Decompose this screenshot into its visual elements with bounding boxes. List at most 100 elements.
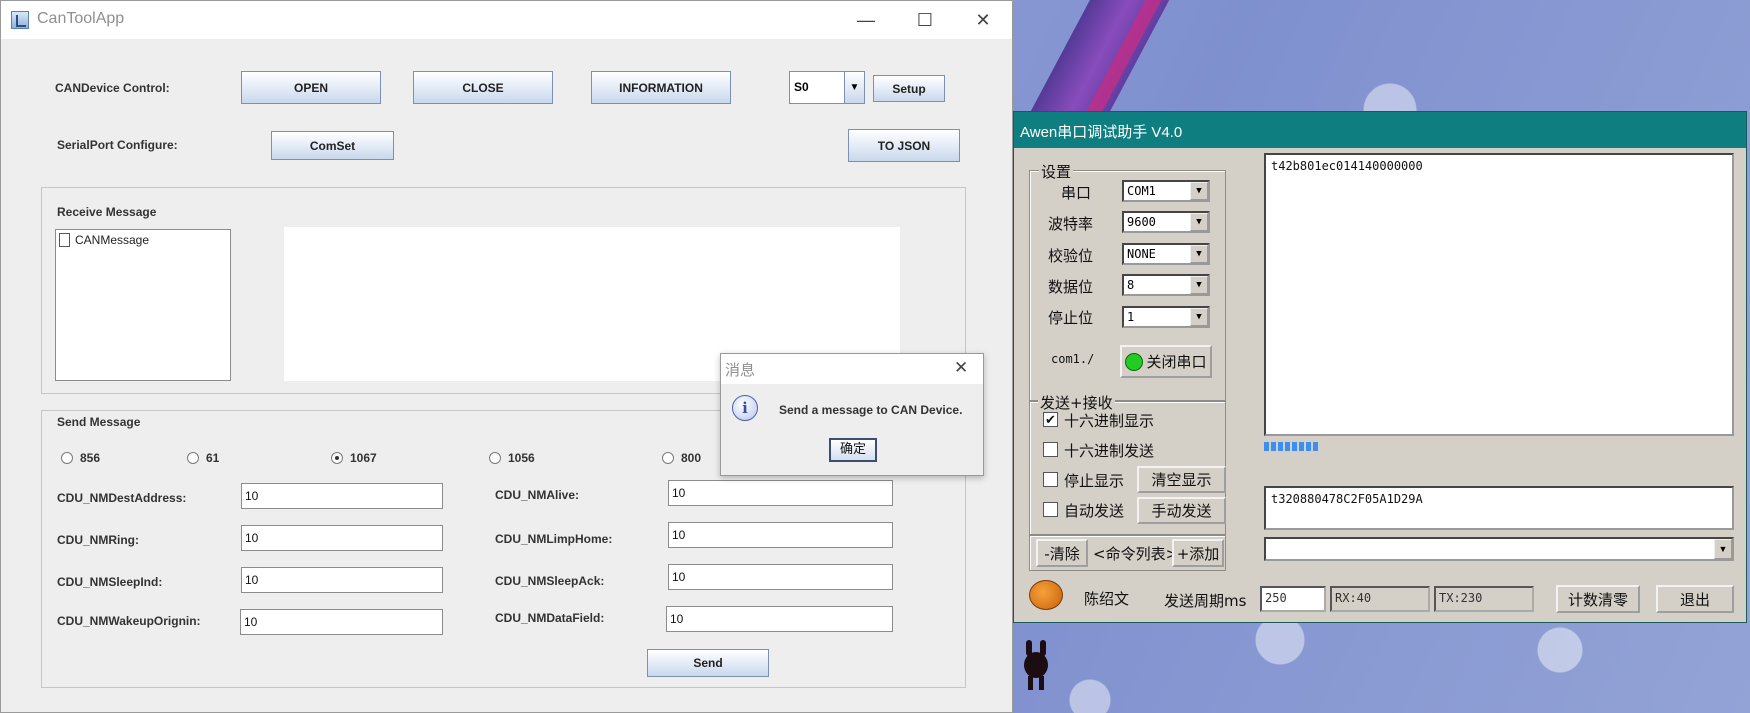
chevron-down-icon[interactable]: ▼ bbox=[1714, 539, 1732, 559]
progress-fill bbox=[1264, 442, 1321, 451]
nmdatafield-input[interactable]: 10 bbox=[666, 606, 893, 632]
baud-label: 波特率 bbox=[1048, 215, 1094, 233]
field-label-nmwakeuporignin: CDU_NMWakeupOrignin: bbox=[57, 614, 201, 628]
send-area[interactable]: t320880478C2F05A1D29A bbox=[1264, 486, 1734, 530]
field-label-nmdatafield: CDU_NMDataField: bbox=[495, 611, 605, 625]
hex-send-checkbox[interactable] bbox=[1043, 442, 1058, 457]
info-icon: i bbox=[732, 395, 758, 421]
stop-display-checkbox[interactable] bbox=[1043, 472, 1058, 487]
nmsleepind-input[interactable]: 10 bbox=[241, 567, 443, 593]
nmring-input[interactable]: 10 bbox=[241, 525, 443, 551]
command-history-select[interactable]: ▼ bbox=[1264, 537, 1734, 561]
close-icon[interactable]: ✕ bbox=[963, 7, 1003, 33]
parity-value: NONE bbox=[1127, 247, 1156, 261]
radio-800[interactable]: 800 bbox=[662, 451, 701, 465]
tree-item-label: CANMessage bbox=[75, 233, 150, 247]
open-button[interactable]: OPEN bbox=[241, 71, 381, 104]
command-add-button[interactable]: +添加 bbox=[1172, 539, 1224, 567]
information-button[interactable]: INFORMATION bbox=[591, 71, 731, 104]
dialog-close-icon[interactable]: ✕ bbox=[954, 358, 968, 378]
databits-select[interactable]: 8 ▼ bbox=[1122, 274, 1210, 296]
maximize-icon[interactable]: ☐ bbox=[905, 7, 945, 33]
chevron-down-icon[interactable]: ▼ bbox=[1190, 245, 1208, 263]
message-tree[interactable]: CANMessage bbox=[55, 229, 231, 381]
command-clear-button[interactable]: -清除 bbox=[1036, 539, 1088, 567]
hex-send-label: 十六进制发送 bbox=[1064, 442, 1155, 460]
radio-1056[interactable]: 1056 bbox=[489, 451, 535, 465]
nmwakeuporignin-input[interactable]: 10 bbox=[240, 609, 443, 635]
port-label: 串口 bbox=[1061, 184, 1092, 202]
clear-display-button[interactable]: 清空显示 bbox=[1137, 466, 1226, 493]
chevron-down-icon[interactable]: ▼ bbox=[1190, 213, 1208, 231]
chevron-down-icon[interactable]: ▼ bbox=[1190, 182, 1208, 200]
close-port-button[interactable]: 关闭串口 bbox=[1120, 345, 1212, 378]
baud-value: 9600 bbox=[1127, 215, 1156, 229]
port-value: COM1 bbox=[1127, 184, 1156, 198]
radio-1067[interactable]: 1067 bbox=[331, 451, 377, 465]
manual-send-button[interactable]: 手动发送 bbox=[1137, 497, 1226, 524]
to-json-button[interactable]: TO JSON bbox=[848, 129, 960, 162]
dialog-title: 消息 bbox=[725, 361, 756, 379]
minimize-icon[interactable]: — bbox=[846, 7, 886, 33]
device-select[interactable]: S0 ▼ bbox=[789, 71, 865, 104]
dialog-message: Send a message to CAN Device. bbox=[779, 403, 963, 417]
tx-count: TX:230 bbox=[1434, 586, 1534, 612]
chevron-down-icon[interactable]: ▼ bbox=[1190, 276, 1208, 294]
receive-message-label: Receive Message bbox=[57, 205, 157, 219]
radio-label: 856 bbox=[80, 451, 101, 465]
radio-856[interactable]: 856 bbox=[61, 451, 100, 465]
status-led-icon bbox=[1125, 352, 1144, 371]
radio-61[interactable]: 61 bbox=[187, 451, 219, 465]
comset-button[interactable]: ComSet bbox=[271, 131, 394, 160]
baud-select[interactable]: 9600 ▼ bbox=[1122, 211, 1210, 233]
dialog-title-bar: 消息 ✕ bbox=[721, 354, 983, 384]
close-button[interactable]: CLOSE bbox=[413, 71, 553, 104]
command-list-label[interactable]: <命令列表> bbox=[1093, 543, 1178, 564]
stopbits-label: 停止位 bbox=[1048, 309, 1094, 327]
stopbits-value: 1 bbox=[1127, 310, 1135, 324]
exit-button[interactable]: 退出 bbox=[1656, 585, 1734, 613]
hex-display-checkbox[interactable]: ✔ bbox=[1043, 412, 1058, 427]
period-input[interactable]: 250 bbox=[1260, 586, 1326, 612]
radio-indicator bbox=[61, 452, 73, 464]
port-select[interactable]: COM1 ▼ bbox=[1122, 180, 1210, 202]
send-button[interactable]: Send bbox=[647, 649, 769, 677]
file-icon bbox=[59, 233, 70, 247]
nmdestaddress-input[interactable]: 10 bbox=[241, 483, 443, 509]
tree-item-canmessage[interactable]: CANMessage bbox=[59, 233, 149, 247]
radio-label: 1067 bbox=[350, 451, 377, 465]
nmalive-input[interactable]: 10 bbox=[668, 480, 893, 506]
rx-count: RX:40 bbox=[1330, 586, 1430, 612]
nmlimphome-input[interactable]: 10 bbox=[668, 522, 893, 548]
field-label-nmsleepack: CDU_NMSleepAck: bbox=[495, 574, 605, 588]
radio-indicator bbox=[489, 452, 501, 464]
title-bar: CanToolApp — ☐ ✕ bbox=[1, 1, 1012, 39]
receive-area[interactable]: t42b801ec014140000000 bbox=[1264, 153, 1734, 436]
device-select-value: S0 bbox=[794, 80, 809, 94]
serialport-configure-label: SerialPort Configure: bbox=[57, 138, 178, 152]
pumpkin-icon bbox=[1029, 580, 1063, 610]
radio-label: 1056 bbox=[508, 451, 535, 465]
stopbits-select[interactable]: 1 ▼ bbox=[1122, 306, 1210, 328]
stop-display-label: 停止显示 bbox=[1064, 472, 1125, 490]
ok-button[interactable]: 确定 bbox=[829, 438, 877, 462]
awen-serial-window: Awen串口调试助手 V4.0 设置 串口 COM1 ▼ 波特率 9600 ▼ … bbox=[1013, 111, 1747, 623]
progress-bar bbox=[1264, 441, 1734, 452]
auto-send-checkbox[interactable] bbox=[1043, 502, 1058, 517]
field-label-nmalive: CDU_NMAlive: bbox=[495, 488, 580, 502]
window-title: CanToolApp bbox=[37, 10, 125, 27]
chevron-down-icon[interactable]: ▼ bbox=[844, 72, 864, 103]
auto-send-label: 自动发送 bbox=[1064, 502, 1125, 520]
radio-indicator-selected bbox=[331, 452, 343, 464]
nmsleepack-input[interactable]: 10 bbox=[668, 564, 893, 590]
chevron-down-icon[interactable]: ▼ bbox=[1190, 308, 1208, 326]
parity-select[interactable]: NONE ▼ bbox=[1122, 243, 1210, 265]
field-label-nmsleepind: CDU_NMSleepInd: bbox=[57, 575, 163, 589]
java-app-icon bbox=[11, 11, 29, 29]
parity-label: 校验位 bbox=[1048, 247, 1094, 265]
send-message-label: Send Message bbox=[57, 415, 141, 429]
port-status-text: com1./ bbox=[1051, 352, 1095, 366]
setup-button[interactable]: Setup bbox=[873, 75, 945, 102]
awen-title-bar: Awen串口调试助手 V4.0 bbox=[1014, 112, 1746, 148]
reset-count-button[interactable]: 计数清零 bbox=[1556, 585, 1640, 613]
